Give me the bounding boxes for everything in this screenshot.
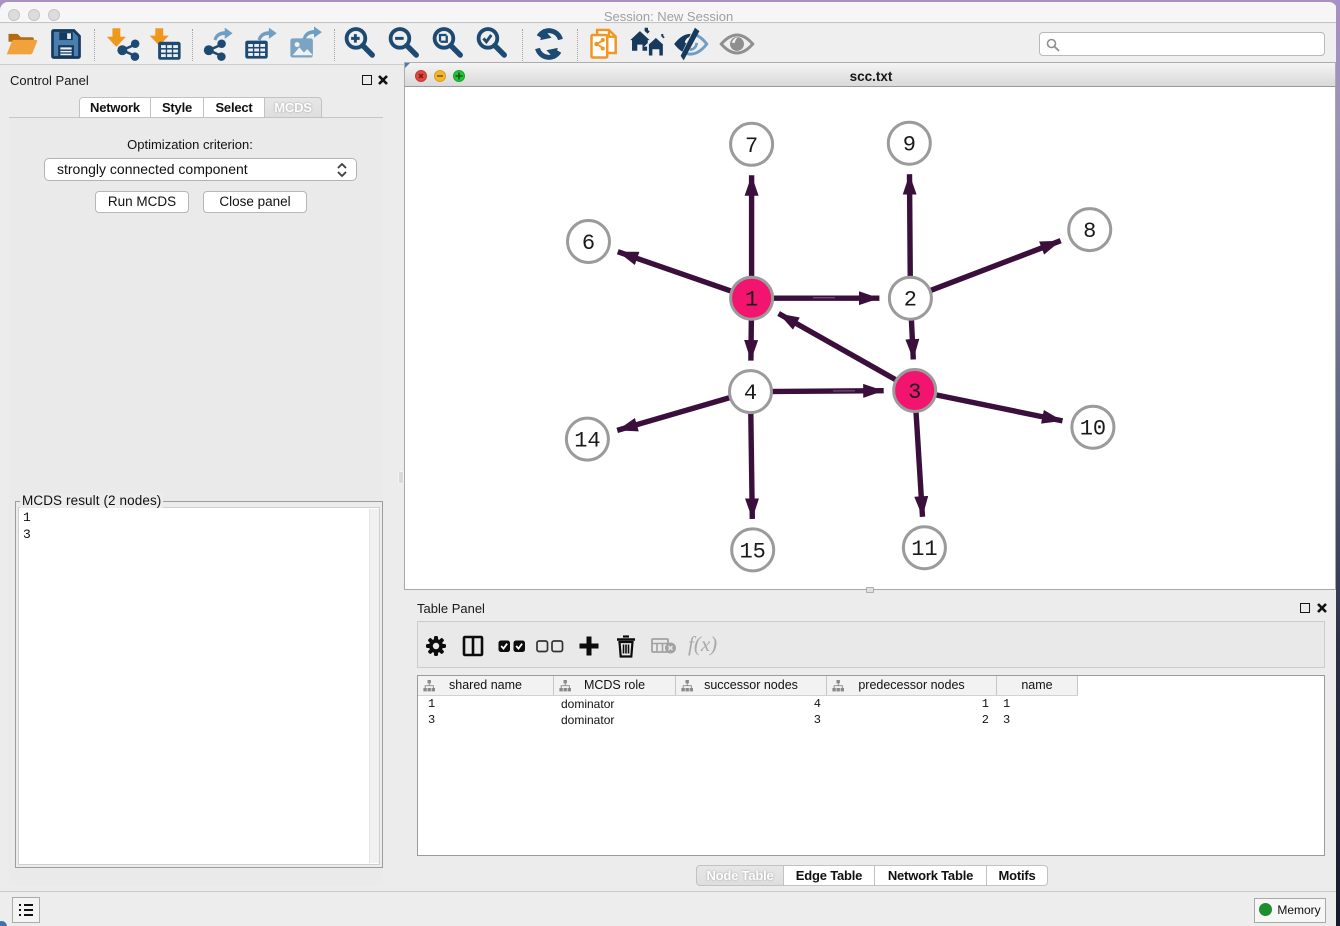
svg-text:8: 8	[1083, 219, 1096, 244]
svg-text:15: 15	[739, 540, 765, 565]
svg-text:14: 14	[574, 429, 600, 454]
svg-text:6: 6	[581, 231, 594, 256]
svg-text:1: 1	[745, 288, 758, 313]
svg-text:2: 2	[903, 288, 916, 313]
svg-text:9: 9	[902, 133, 915, 158]
svg-text:10: 10	[1079, 417, 1105, 442]
svg-text:7: 7	[745, 134, 758, 159]
svg-text:3: 3	[908, 380, 921, 405]
svg-text:4: 4	[743, 381, 756, 406]
svg-text:11: 11	[911, 537, 937, 562]
